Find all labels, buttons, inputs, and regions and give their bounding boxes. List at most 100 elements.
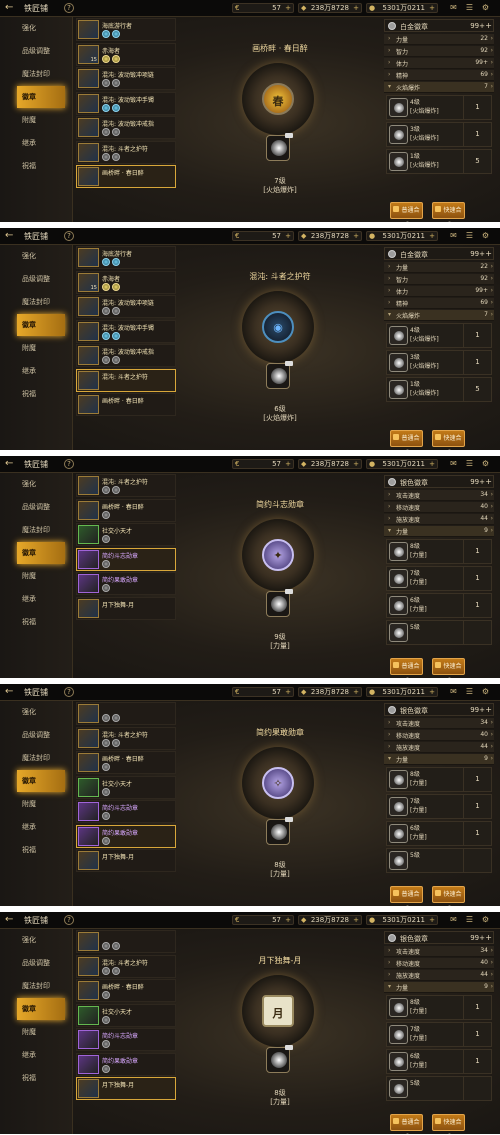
emblem-grade-row[interactable]: 6级 [力量] 1	[386, 821, 492, 846]
list-item[interactable]: 简约果敢勋章	[76, 1052, 176, 1076]
fast-synthesis-button[interactable]: 快速合成	[432, 430, 465, 447]
remove-icon[interactable]	[285, 1045, 293, 1050]
menu-icon[interactable]: ☰	[464, 459, 475, 469]
fast-synthesis-button[interactable]: 快速合成	[432, 886, 465, 903]
stat-row[interactable]: ▾ 力量 9 ›	[384, 754, 494, 765]
list-item[interactable]: 简约果敢勋章	[76, 572, 176, 595]
list-item[interactable]: 混沌: 斗者之护符	[76, 474, 176, 497]
emblem-grade-row[interactable]: 8级 [力量] 1	[386, 767, 492, 792]
list-item[interactable]: 社交小天才	[76, 523, 176, 546]
gold-currency-add-button[interactable]: +	[429, 916, 435, 924]
help-icon[interactable]: ?	[64, 3, 74, 13]
emblem-grade-row[interactable]: 1级 [火焰爆炸] 5	[386, 377, 492, 402]
back-arrow-icon[interactable]: ←	[5, 914, 15, 926]
list-item[interactable]: 简约果敢勋章	[76, 824, 176, 848]
gold-currency-add-button[interactable]: +	[429, 688, 435, 696]
back-arrow-icon[interactable]: ←	[5, 230, 15, 242]
help-icon[interactable]: ?	[64, 459, 74, 469]
stat-row[interactable]: ▾ 火焰爆炸 7 ›	[384, 82, 494, 93]
socket-slot[interactable]	[266, 133, 293, 161]
mail-icon[interactable]: ✉	[448, 459, 459, 469]
gold-currency-add-button[interactable]: +	[429, 4, 435, 12]
list-item[interactable]: 简约斗志勋章	[76, 800, 176, 823]
coupon-currency-add-button[interactable]: +	[285, 232, 291, 240]
emblem-grade-row[interactable]: 4级 [火焰爆炸] 1	[386, 95, 492, 120]
stat-row[interactable]: › 施放速度 44 ›	[384, 970, 494, 981]
back-arrow-icon[interactable]: ←	[5, 2, 15, 14]
expand-icon[interactable]: +	[485, 21, 492, 30]
stat-row[interactable]: ▾ 力量 9 ›	[384, 526, 494, 537]
sidebar-item-2[interactable]: 魔法封印	[0, 747, 73, 769]
sidebar-item-5[interactable]: 继承	[0, 360, 73, 382]
stat-row[interactable]: › 精神 69 ›	[384, 70, 494, 81]
sidebar-item-6[interactable]: 祝福	[0, 1067, 73, 1089]
socket-slot[interactable]	[266, 817, 293, 845]
list-item[interactable]: 15 赤海者	[76, 270, 176, 294]
remove-icon[interactable]	[285, 817, 293, 822]
gold-currency-add-button[interactable]: +	[429, 232, 435, 240]
sidebar-item-3[interactable]: 徽章	[17, 770, 65, 792]
stat-row[interactable]: › 移动速度 40 ›	[384, 502, 494, 513]
stat-row[interactable]: › 智力 92 ›	[384, 274, 494, 285]
stat-row[interactable]: ▾ 力量 9 ›	[384, 982, 494, 993]
sidebar-item-1[interactable]: 品级调整	[0, 952, 73, 974]
emblem-grade-row[interactable]: 5级	[386, 848, 492, 873]
remove-icon[interactable]	[285, 133, 293, 138]
emblem-grade-row[interactable]: 8级 [力量] 1	[386, 995, 492, 1020]
list-item[interactable]: 社交小天才	[76, 1003, 176, 1027]
fast-synthesis-button[interactable]: 快速合成	[432, 1114, 465, 1131]
list-item[interactable]: 画桥畔 · 春日醉	[76, 393, 176, 416]
gem-currency-add-button[interactable]: +	[353, 916, 359, 924]
sidebar-item-0[interactable]: 强化	[0, 245, 73, 267]
emblem-grade-row[interactable]: 7级 [力量] 1	[386, 794, 492, 819]
sidebar-item-0[interactable]: 强化	[0, 701, 73, 723]
list-item[interactable]: 混沌: 斗者之护符	[76, 726, 176, 750]
sidebar-item-1[interactable]: 品级调整	[0, 496, 73, 518]
list-item[interactable]: 简约斗志勋章	[76, 1028, 176, 1051]
list-item[interactable]	[76, 702, 176, 725]
sidebar-item-1[interactable]: 品级调整	[0, 268, 73, 290]
sidebar-item-6[interactable]: 祝福	[0, 839, 73, 861]
list-item[interactable]: 画桥畔 · 春日醉	[76, 498, 176, 522]
help-icon[interactable]: ?	[64, 687, 74, 697]
settings-icon[interactable]: ⚙	[480, 3, 491, 13]
coupon-currency-add-button[interactable]: +	[285, 688, 291, 696]
emblem-grade-row[interactable]: 6级 [力量] 1	[386, 1049, 492, 1074]
emblem-grade-row[interactable]: 4级 [火焰爆炸] 1	[386, 323, 492, 348]
list-item[interactable]: 简约斗志勋章	[76, 547, 176, 571]
sidebar-item-2[interactable]: 魔法封印	[0, 63, 73, 85]
stat-row[interactable]: › 体力 99+ ›	[384, 286, 494, 297]
list-item[interactable]: 混沌: 波动锻冲项链	[76, 67, 176, 90]
sidebar-item-1[interactable]: 品级调整	[0, 724, 73, 746]
list-item[interactable]: 15 赤海者	[76, 42, 176, 66]
sidebar-item-4[interactable]: 附魔	[0, 109, 73, 131]
expand-icon[interactable]: +	[485, 933, 492, 942]
mail-icon[interactable]: ✉	[448, 231, 459, 241]
coupon-currency-add-button[interactable]: +	[285, 916, 291, 924]
menu-icon[interactable]: ☰	[464, 915, 475, 925]
socket-slot[interactable]	[266, 589, 293, 617]
sidebar-item-3[interactable]: 徽章	[17, 542, 65, 564]
list-item[interactable]: 月下独舞-月	[76, 849, 176, 872]
stat-row[interactable]: › 攻击速度 34 ›	[384, 490, 494, 501]
sidebar-item-3[interactable]: 徽章	[17, 998, 65, 1020]
emblem-grade-row[interactable]: 1级 [火焰爆炸] 5	[386, 149, 492, 174]
inventory-header[interactable]: 白金徽章 99+ +	[384, 19, 494, 32]
fast-synthesis-button[interactable]: 快速合成	[432, 202, 465, 219]
sidebar-item-3[interactable]: 徽章	[17, 86, 65, 108]
sidebar-item-0[interactable]: 强化	[0, 17, 73, 39]
back-arrow-icon[interactable]: ←	[5, 458, 15, 470]
inventory-header[interactable]: 白金徽章 99+ +	[384, 247, 494, 260]
sidebar-item-6[interactable]: 祝福	[0, 383, 73, 405]
fast-synthesis-button[interactable]: 快速合成	[432, 658, 465, 675]
inventory-header[interactable]: 银色徽章 99+ +	[384, 475, 494, 488]
emblem-grade-row[interactable]: 5级	[386, 620, 492, 645]
help-icon[interactable]: ?	[64, 915, 74, 925]
help-icon[interactable]: ?	[64, 231, 74, 241]
list-item[interactable]: 混沌: 波动锻冲戒指	[76, 344, 176, 367]
stat-row[interactable]: › 施放速度 44 ›	[384, 514, 494, 525]
normal-synthesis-button[interactable]: 普通合成	[390, 202, 423, 219]
sidebar-item-4[interactable]: 附魔	[0, 337, 73, 359]
normal-synthesis-button[interactable]: 普通合成	[390, 430, 423, 447]
emblem-grade-row[interactable]: 7级 [力量] 1	[386, 1022, 492, 1047]
